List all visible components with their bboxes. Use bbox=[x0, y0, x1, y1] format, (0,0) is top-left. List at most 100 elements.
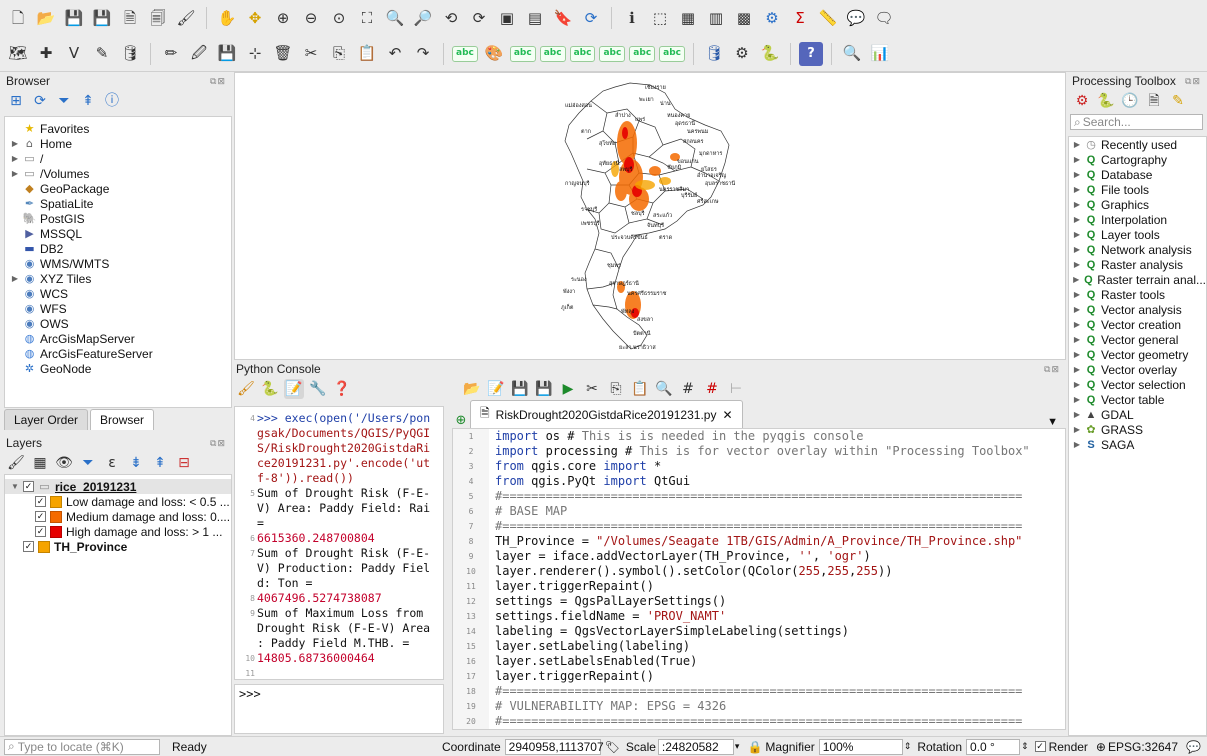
chevron-right-icon[interactable]: ▶ bbox=[1073, 245, 1081, 254]
refresh-icon[interactable]: ⟳ bbox=[30, 91, 50, 111]
field-calc-icon[interactable]: ▥ bbox=[704, 6, 728, 30]
legend-checkbox[interactable]: ✓ bbox=[35, 496, 46, 507]
attribute-table-icon[interactable]: ▦ bbox=[676, 6, 700, 30]
code-line[interactable]: 17 layer.triggerRepaint() bbox=[453, 669, 1065, 684]
processing-provider-item[interactable]: ▶ Q Vector analysis bbox=[1069, 302, 1206, 317]
layer-checkbox[interactable]: ✓ bbox=[23, 541, 34, 552]
measure-icon[interactable]: 📏 bbox=[816, 6, 840, 30]
processing-provider-item[interactable]: ▶ ▲ GDAL bbox=[1069, 407, 1206, 422]
copy-icon[interactable]: ⎘ bbox=[327, 42, 351, 66]
processing-provider-item[interactable]: ▶ Q Layer tools bbox=[1069, 227, 1206, 242]
processing-provider-item[interactable]: ▶ Q Raster terrain anal... bbox=[1069, 272, 1206, 287]
search-green-icon[interactable]: 🔍 bbox=[840, 42, 864, 66]
open-project-icon[interactable]: 📂 bbox=[34, 6, 58, 30]
label-tool-icon[interactable]: abc bbox=[452, 45, 478, 62]
panel-float-close-icon[interactable]: ⧉⊠ bbox=[210, 76, 226, 87]
panel-float-close-icon[interactable]: ⧉⊠ bbox=[1185, 76, 1201, 87]
processing-provider-item[interactable]: ▶ Q Vector overlay bbox=[1069, 362, 1206, 377]
code-line[interactable]: 6 # BASE MAP bbox=[453, 504, 1065, 519]
browser-item[interactable]: ▶ MSSQL bbox=[5, 226, 231, 241]
new-3d-view-icon[interactable]: ▤ bbox=[523, 6, 547, 30]
extents-toggle-icon[interactable]: 🏷 bbox=[605, 740, 620, 754]
cut-icon[interactable]: ✂ bbox=[299, 42, 323, 66]
magnifier-stepper-icon[interactable]: ⇕ bbox=[904, 741, 912, 752]
code-line[interactable]: 9 layer = iface.addVectorLayer(TH_Provinc… bbox=[453, 549, 1065, 564]
redo-icon[interactable]: ↷ bbox=[411, 42, 435, 66]
filter-icon[interactable]: ⏷ bbox=[54, 91, 74, 111]
layer-checkbox[interactable]: ✓ bbox=[23, 481, 34, 492]
bookmark-icon[interactable]: 🔖 bbox=[551, 6, 575, 30]
add-db-icon[interactable]: 🛢 bbox=[118, 42, 142, 66]
processing-provider-item[interactable]: ▶ Q Raster analysis bbox=[1069, 257, 1206, 272]
save-project-icon[interactable]: 💾 bbox=[62, 6, 86, 30]
code-line[interactable]: 10 layer.renderer().symbol().setColor(QCo… bbox=[453, 564, 1065, 579]
visibility-eye-icon[interactable]: 👁 bbox=[54, 453, 74, 473]
legend-item[interactable]: ✓ High damage and loss: > 1 ... bbox=[5, 524, 231, 539]
locator-input[interactable]: Type to locate (⌘K) bbox=[18, 740, 124, 754]
info-icon[interactable]: ⓘ bbox=[102, 91, 122, 111]
find-icon[interactable]: 🔍 bbox=[654, 379, 674, 399]
refresh-icon[interactable]: ⟳ bbox=[579, 6, 603, 30]
edit-pencil-icon[interactable]: ✏ bbox=[159, 42, 183, 66]
browser-item[interactable]: ▶ ◉ XYZ Tiles bbox=[5, 271, 231, 286]
console-output[interactable]: 4 >>> exec(open('/Users/pon gsak/Documents… bbox=[234, 406, 444, 680]
run-python-icon[interactable]: 🐍 bbox=[260, 379, 280, 399]
label-props-icon[interactable]: abc bbox=[659, 45, 686, 62]
lock-icon[interactable]: 🔒 bbox=[747, 740, 762, 754]
copy-icon[interactable]: ⎘ bbox=[606, 379, 626, 399]
processing-search-input[interactable]: Search... bbox=[1083, 115, 1131, 129]
digitize-icon[interactable]: ✎ bbox=[90, 42, 114, 66]
chevron-right-icon[interactable]: ▶ bbox=[11, 169, 19, 178]
scale-field[interactable]: :24820582 bbox=[657, 738, 734, 755]
browser-item[interactable]: ▶ ⌂ Home bbox=[5, 136, 231, 151]
database-icon[interactable]: 🛢 bbox=[702, 42, 726, 66]
show-editor-icon[interactable]: 📝 bbox=[284, 379, 304, 399]
new-tab-icon[interactable]: ⊕ bbox=[452, 412, 470, 428]
results-viewer-icon[interactable]: 🗎 bbox=[1144, 91, 1164, 111]
move-label-icon[interactable]: abc bbox=[569, 45, 596, 62]
panel-float-close-icon[interactable]: ⧉⊠ bbox=[210, 438, 226, 449]
new-project-icon[interactable]: 🗋 bbox=[6, 6, 30, 30]
open-in-external-icon[interactable]: 📝 bbox=[486, 379, 506, 399]
chevron-right-icon[interactable]: ▶ bbox=[11, 274, 19, 283]
map-canvas[interactable]: เชียงราย พะเยา แม่ฮ่องสอน น่าน ลำปาง แพร่ หนอง… bbox=[234, 72, 1066, 360]
console-input[interactable]: >>> bbox=[234, 684, 444, 734]
messages-icon[interactable]: 💬 bbox=[1186, 740, 1201, 754]
text-annotation-icon[interactable]: 🗨 bbox=[872, 6, 896, 30]
chevron-right-icon[interactable]: ▶ bbox=[1073, 230, 1081, 239]
code-line[interactable]: 1 import os # This is is needed in the py… bbox=[453, 429, 1065, 444]
processing-provider-item[interactable]: ▶ ◷ Recently used bbox=[1069, 137, 1206, 152]
annotation-icon[interactable]: 💬 bbox=[844, 6, 868, 30]
chevron-right-icon[interactable]: ▶ bbox=[1073, 350, 1081, 359]
edit-features-icon[interactable]: ✎ bbox=[1168, 91, 1188, 111]
select-icon[interactable]: ⬚ bbox=[648, 6, 672, 30]
legend-checkbox[interactable]: ✓ bbox=[35, 511, 46, 522]
locator-search-field[interactable]: ⌕ Type to locate (⌘K) bbox=[4, 738, 160, 755]
code-line[interactable]: 14 labeling = QgsVectorLayerSimpleLabelin… bbox=[453, 624, 1065, 639]
processing-provider-item[interactable]: ▶ Q Vector selection bbox=[1069, 377, 1206, 392]
paste-icon[interactable]: 📋 bbox=[355, 42, 379, 66]
add-selected-layers-icon[interactable]: ⊞ bbox=[6, 91, 26, 111]
layout-manager-icon[interactable]: 🗐 bbox=[146, 6, 170, 30]
processing-provider-item[interactable]: ▶ S SAGA bbox=[1069, 437, 1206, 452]
chevron-down-icon[interactable]: ▼ bbox=[11, 482, 19, 491]
chevron-right-icon[interactable]: ▶ bbox=[1073, 140, 1081, 149]
options-wrench-icon[interactable]: 🔧 bbox=[308, 379, 328, 399]
crs-label[interactable]: EPSG:32647 bbox=[1108, 740, 1178, 754]
new-map-view-icon[interactable]: ▣ bbox=[495, 6, 519, 30]
code-line[interactable]: 15 layer.setLabeling(labeling) bbox=[453, 639, 1065, 654]
chevron-right-icon[interactable]: ▶ bbox=[1073, 200, 1081, 209]
code-line[interactable]: 13 settings.fieldName = 'PROV_NAMT' bbox=[453, 609, 1065, 624]
tabs-list-icon[interactable]: ▼ bbox=[1047, 416, 1058, 428]
processing-provider-item[interactable]: ▶ Q File tools bbox=[1069, 182, 1206, 197]
models-gear-icon[interactable]: ⚙ bbox=[1072, 91, 1092, 111]
processing-provider-item[interactable]: ▶ Q Vector table bbox=[1069, 392, 1206, 407]
zoom-full-icon[interactable]: ⛶ bbox=[355, 6, 379, 30]
save-script-icon[interactable]: 💾 bbox=[510, 379, 530, 399]
legend-checkbox[interactable]: ✓ bbox=[35, 526, 46, 537]
clear-console-icon[interactable]: 🖌 bbox=[236, 379, 256, 399]
code-editor[interactable]: 1 import os # This is is needed in the py… bbox=[452, 428, 1066, 730]
chevron-right-icon[interactable]: ▶ bbox=[1073, 440, 1081, 449]
legend-item[interactable]: ✓ Low damage and loss: < 0.5 ... bbox=[5, 494, 231, 509]
statistics-icon[interactable]: ▩ bbox=[732, 6, 756, 30]
